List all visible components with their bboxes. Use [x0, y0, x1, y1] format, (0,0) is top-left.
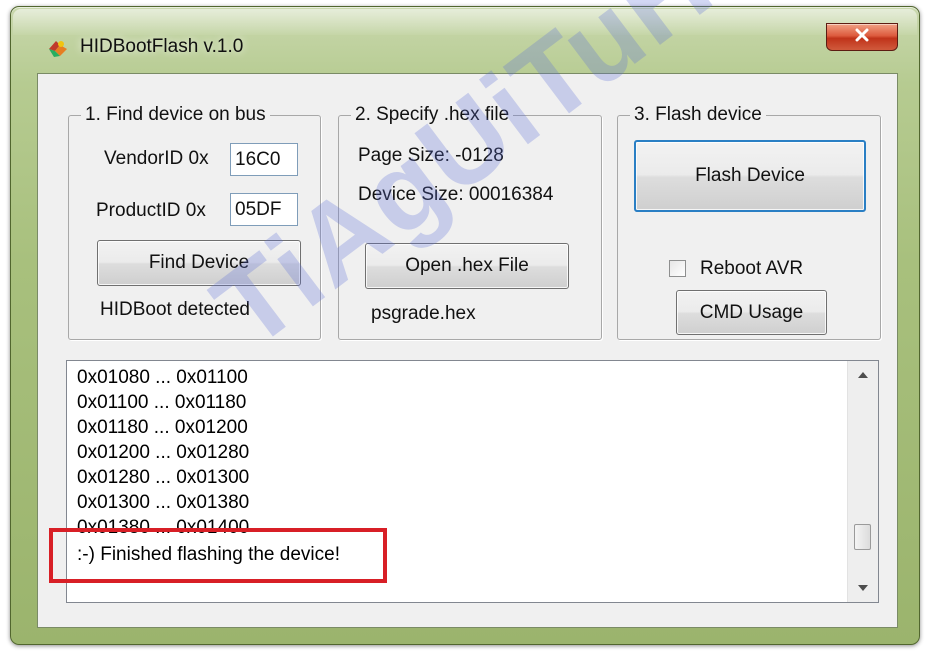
find-device-button[interactable]: Find Device: [97, 240, 301, 286]
hex-file-legend: 2. Specify .hex file: [355, 104, 510, 125]
device-status-text: HIDBoot detected: [100, 299, 250, 320]
vendor-id-input[interactable]: [230, 143, 298, 176]
log-line: 0x01280 ... 0x01300: [77, 467, 250, 488]
product-id-label: ProductID 0x: [96, 200, 206, 221]
scrollbar-thumb[interactable]: [854, 524, 871, 550]
log-line: 0x01200 ... 0x01280: [77, 442, 250, 463]
app-logo-icon: [46, 37, 70, 59]
reboot-avr-checkbox[interactable]: [669, 260, 686, 277]
page-size-text: Page Size: -0128: [358, 145, 504, 166]
flash-device-button[interactable]: Flash Device: [634, 140, 866, 212]
log-scrollbar[interactable]: [847, 361, 878, 602]
device-size-text: Device Size: 00016384: [358, 184, 554, 205]
find-device-legend: 1. Find device on bus: [85, 104, 266, 125]
open-hex-file-button[interactable]: Open .hex File: [365, 243, 569, 289]
product-id-input[interactable]: [230, 193, 298, 226]
title-bar: [13, 9, 917, 35]
close-x-icon: [854, 28, 870, 47]
cmd-usage-button[interactable]: CMD Usage: [676, 290, 827, 335]
flash-device-legend: 3. Flash device: [634, 104, 762, 125]
log-line: 0x01180 ... 0x01200: [77, 417, 248, 438]
close-button[interactable]: [826, 23, 898, 51]
window-title: HIDBootFlash v.1.0: [80, 36, 244, 57]
log-lines: 0x01080 ... 0x01100 0x01100 ... 0x01180 …: [77, 365, 837, 549]
vendor-id-label: VendorID 0x: [104, 148, 209, 169]
scroll-up-arrow-icon[interactable]: [848, 363, 878, 387]
log-line: 0x01080 ... 0x01100: [77, 367, 248, 388]
scroll-down-arrow-icon[interactable]: [848, 576, 878, 600]
hex-file-name: psgrade.hex: [371, 303, 476, 324]
log-line: 0x01300 ... 0x01380: [77, 492, 250, 513]
log-line: 0x01100 ... 0x01180: [77, 392, 247, 413]
highlight-annotation-box: [49, 528, 387, 583]
reboot-avr-label: Reboot AVR: [700, 258, 804, 279]
